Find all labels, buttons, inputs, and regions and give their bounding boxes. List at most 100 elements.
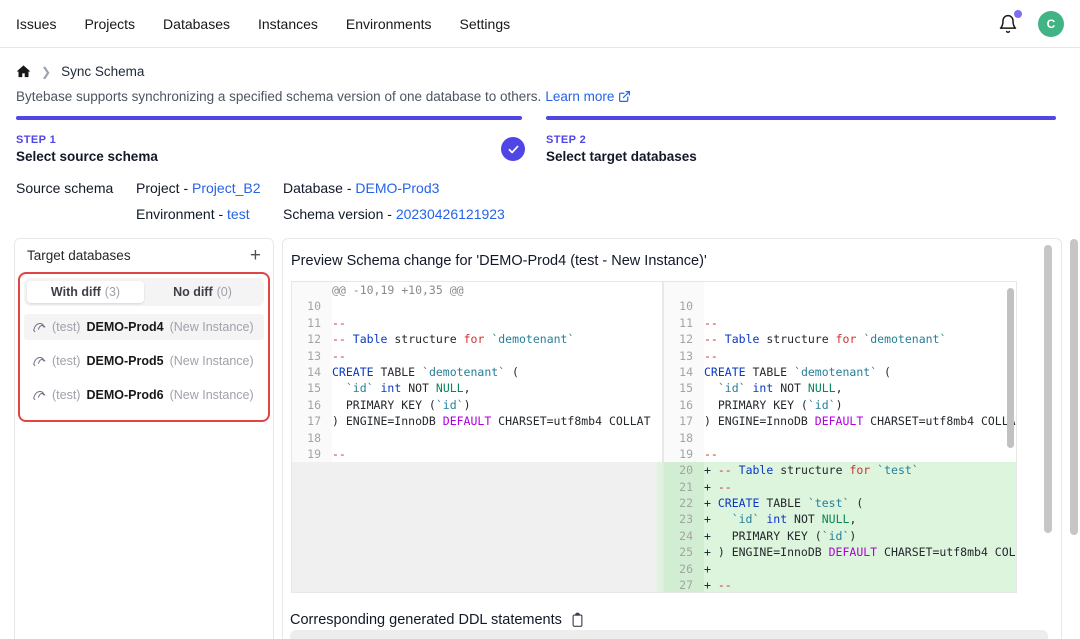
nav-item-databases[interactable]: Databases [163, 16, 230, 32]
nav-items: Issues Projects Databases Instances Environm… [16, 16, 510, 32]
code-text: -- [332, 446, 662, 462]
code-text: + [704, 561, 1016, 577]
line-number: 19 [292, 446, 332, 462]
line-number: 12 [292, 331, 332, 347]
check-icon [507, 143, 520, 156]
nav-item-environments[interactable]: Environments [346, 16, 432, 32]
code-text: CREATE TABLE `demotenant` ( [704, 364, 1016, 380]
line-number: 16 [664, 397, 704, 413]
diff-line: 14CREATE TABLE `demotenant` ( [292, 364, 662, 380]
code-text: -- [704, 348, 1016, 364]
target-panel-title: Target databases [27, 248, 131, 263]
home-icon[interactable] [16, 64, 31, 79]
ddl-title: Corresponding generated DDL statements [290, 612, 562, 628]
environment-link[interactable]: test [227, 206, 250, 222]
step2-progress-bar [546, 116, 1056, 120]
target-database-item-demo-prod4[interactable]: (test)DEMO-Prod4(New Instance) [24, 314, 264, 340]
panel-scrollbar[interactable] [1044, 245, 1052, 533]
line-number: 22 [664, 495, 704, 511]
intro-description: Bytebase supports synchronizing a specif… [16, 89, 541, 104]
line-number: 20 [664, 462, 704, 478]
target-database-item-demo-prod6[interactable]: (test)DEMO-Prod6(New Instance) [24, 382, 264, 408]
preview-title: Preview Schema change for 'DEMO-Prod4 (t… [291, 253, 707, 269]
avatar[interactable]: C [1038, 11, 1064, 37]
code-text: `id` int NOT NULL, [704, 380, 1016, 396]
project-link[interactable]: Project_B2 [192, 180, 260, 196]
mysql-icon [32, 388, 46, 402]
diff-line: 12-- Table structure for `demotenant` [292, 331, 662, 347]
code-text: + CREATE TABLE `test` ( [704, 495, 1016, 511]
step2-title: Select target databases [546, 149, 697, 164]
code-text: -- [332, 315, 662, 331]
code-text: PRIMARY KEY (`id`) [704, 397, 1016, 413]
tab-count: (0) [217, 285, 232, 299]
diff-editor[interactable]: @@ -10,19 +10,35 @@1011--12-- Table stru… [291, 281, 1017, 593]
tab-no-diff[interactable]: No diff(0) [144, 281, 261, 303]
code-text: PRIMARY KEY (`id`) [332, 397, 662, 413]
diff-line: 19-- [292, 446, 662, 462]
schema-version-link[interactable]: 20230426121923 [396, 206, 505, 222]
project-label: Project - [136, 180, 192, 196]
nav-item-instances[interactable]: Instances [258, 16, 318, 32]
line-number: 11 [664, 315, 704, 331]
diff-line: 16 PRIMARY KEY (`id`) [664, 397, 1016, 413]
database-link[interactable]: DEMO-Prod3 [355, 180, 439, 196]
external-link-icon[interactable] [618, 90, 631, 103]
line-number: 14 [292, 364, 332, 380]
step1-title: Select source schema [16, 149, 158, 164]
line-number: 15 [292, 380, 332, 396]
topnav-right: C [998, 11, 1064, 37]
target-databases-panel: Target databases + With diff(3)No diff(0… [14, 238, 274, 639]
diff-line: @@ -10,19 +10,35 @@ [292, 282, 662, 298]
database-label: Database - [283, 180, 355, 196]
mysql-icon [32, 354, 46, 368]
diff-pane-modified[interactable]: 1011--12-- Table structure for `demotena… [664, 282, 1016, 592]
page-scrollbar[interactable] [1070, 239, 1078, 535]
top-navigation: Issues Projects Databases Instances Environm… [0, 0, 1080, 48]
line-number [664, 282, 704, 298]
notification-bell-button[interactable] [998, 13, 1020, 35]
diff-line: 17) ENGINE=InnoDB DEFAULT CHARSET=utf8mb… [292, 413, 662, 429]
diff-filler-region [292, 462, 662, 592]
add-target-database-button[interactable]: + [250, 249, 261, 263]
copy-clipboard-icon[interactable] [570, 612, 585, 628]
diff-line: 15 `id` int NOT NULL, [292, 380, 662, 396]
db-environment: (test) [52, 388, 80, 402]
target-database-list: (test)DEMO-Prod4(New Instance)(test)DEMO… [24, 314, 264, 408]
line-number: 23 [664, 511, 704, 527]
diff-line: 25+ ) ENGINE=InnoDB DEFAULT CHARSET=utf8… [664, 544, 1016, 560]
line-number: 11 [292, 315, 332, 331]
nav-item-settings[interactable]: Settings [460, 16, 511, 32]
nav-item-projects[interactable]: Projects [84, 16, 135, 32]
editor-scrollbar[interactable] [1007, 288, 1014, 448]
code-text: @@ -10,19 +10,35 @@ [332, 282, 662, 298]
code-text [332, 298, 662, 314]
db-name: DEMO-Prod5 [86, 354, 163, 368]
diff-tabs: With diff(3)No diff(0) [24, 278, 264, 306]
line-number: 10 [664, 298, 704, 314]
learn-more-link[interactable]: Learn more [545, 89, 614, 104]
code-text: CREATE TABLE `demotenant` ( [332, 364, 662, 380]
nav-item-issues[interactable]: Issues [16, 16, 56, 32]
code-text: + -- [704, 577, 1016, 592]
code-text: ) ENGINE=InnoDB DEFAULT CHARSET=utf8mb4 … [704, 413, 1016, 429]
step1-check [501, 137, 525, 161]
diff-line: 22+ CREATE TABLE `test` ( [664, 495, 1016, 511]
diff-line: 10 [292, 298, 662, 314]
db-name: DEMO-Prod4 [86, 320, 163, 334]
line-number: 19 [664, 446, 704, 462]
line-number: 12 [664, 331, 704, 347]
diff-pane-original[interactable]: @@ -10,19 +10,35 @@1011--12-- Table stru… [292, 282, 662, 592]
line-number: 15 [664, 380, 704, 396]
target-database-item-demo-prod5[interactable]: (test)DEMO-Prod5(New Instance) [24, 348, 264, 374]
source-environment: Environment - test [136, 206, 250, 222]
diff-line: 23+ `id` int NOT NULL, [664, 511, 1016, 527]
source-database: Database - DEMO-Prod3 [283, 180, 439, 196]
line-number: 16 [292, 397, 332, 413]
source-schema-label: Source schema [16, 180, 113, 196]
diff-line: 21+ -- [664, 479, 1016, 495]
code-text: + -- [704, 479, 1016, 495]
tab-with-diff[interactable]: With diff(3) [27, 281, 144, 303]
code-text: `id` int NOT NULL, [332, 380, 662, 396]
diff-line: 11-- [664, 315, 1016, 331]
